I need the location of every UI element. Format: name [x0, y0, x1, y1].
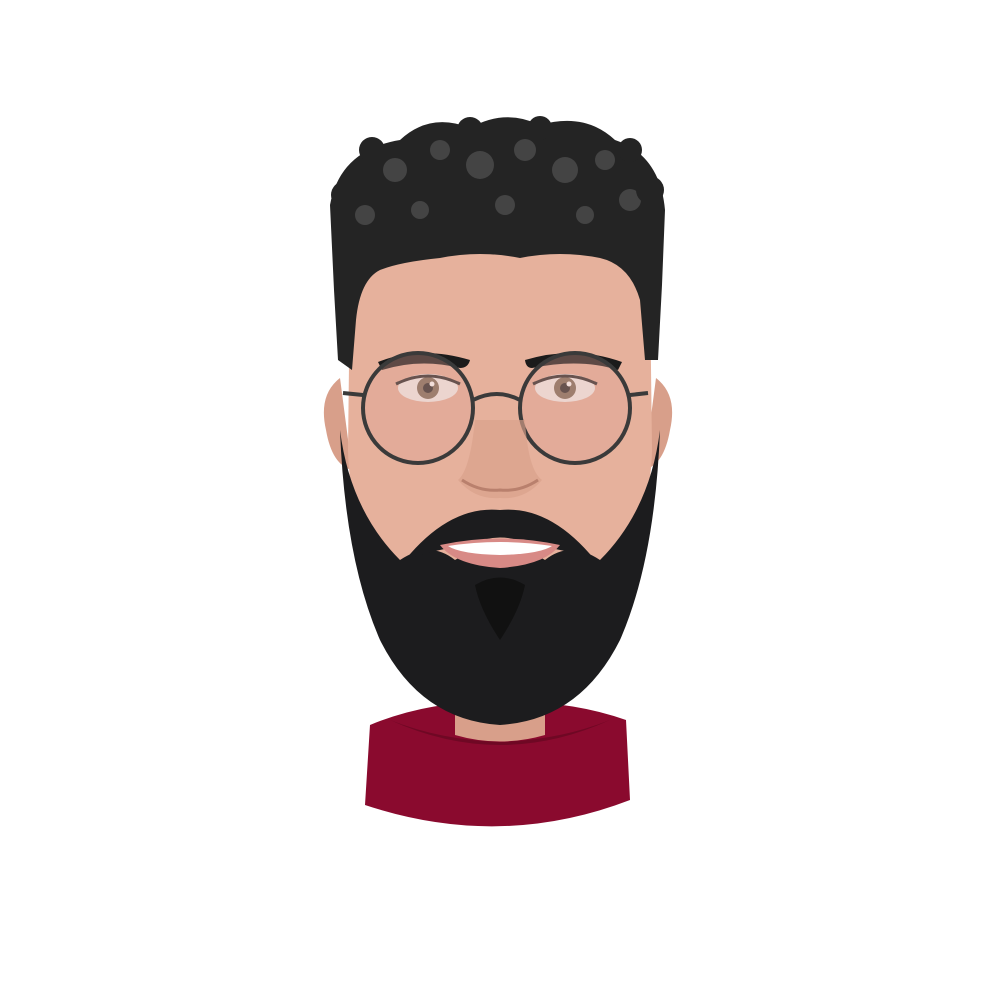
avatar-stage	[0, 0, 1000, 1000]
bearded-man-avatar	[323, 116, 673, 827]
